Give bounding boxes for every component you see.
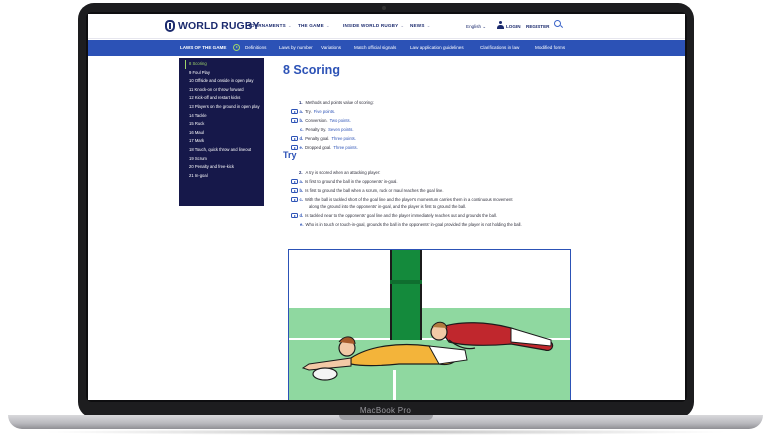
try-item-c-continued: along the ground into the opponents' in-… [309, 204, 467, 209]
subnav-laws-by-number[interactable]: Laws by number [279, 45, 313, 50]
login-link[interactable]: LOGIN [506, 24, 521, 29]
section-heading-try: Try [283, 150, 297, 160]
user-icon[interactable] [497, 21, 504, 30]
scoring-item-penalty-try: c. Penalty try. Seven points. [300, 127, 354, 132]
nav-news[interactable]: NEWS ⌄ [410, 23, 431, 29]
sidebar-item-foul-play[interactable]: 9 Foul Play [179, 69, 264, 78]
nav-the-game[interactable]: THE GAME ⌄ [298, 23, 330, 29]
play-icon [233, 44, 240, 51]
sidebar-item-penalty[interactable]: 20 Penalty and free-kick [179, 163, 264, 172]
clause-text: Methods and points value of scoring: [305, 100, 374, 105]
subnav-variations[interactable]: Variations [321, 45, 341, 50]
sidebar-item-scoring[interactable]: 8 Scoring [185, 60, 264, 69]
sidebar-item-in-goal[interactable]: 21 In-goal [179, 172, 264, 181]
try-item-b: b. Is first to ground the ball when a sc… [291, 187, 444, 194]
sidebar-item-tackle[interactable]: 14 Tackle [179, 112, 264, 121]
language-select[interactable]: English ⌄ [466, 24, 486, 30]
scoring-item-dropped-goal: e. Dropped goal. Three points. [291, 144, 358, 151]
points-value: Seven points. [328, 127, 354, 132]
laws-subnav: LAWS OF THE GAME Definitions Laws by num… [88, 40, 685, 56]
nav-tournaments[interactable]: TOURNAMENTS ⌄ [248, 23, 292, 29]
video-play-icon[interactable] [291, 212, 298, 219]
video-play-icon[interactable] [291, 135, 298, 142]
search-icon[interactable] [554, 20, 564, 29]
stage: WORLD RUGBY TOURNAMENTS ⌄ THE GAME ⌄ INSID… [0, 0, 771, 441]
subnav-modified-forms[interactable]: Modified forms [535, 45, 565, 50]
try-item-a: a. Is first to ground the ball in the op… [291, 178, 398, 185]
scoring-item-try: a. Try. Five points. [291, 108, 335, 115]
players-drawing [301, 321, 554, 381]
points-value: Three points. [333, 145, 358, 150]
try-item-c: c. With the ball is tackled short of the… [291, 196, 513, 203]
points-value: Five points. [313, 109, 336, 114]
base-shadow [40, 429, 731, 435]
video-play-icon[interactable] [291, 178, 298, 185]
video-play-icon[interactable] [291, 187, 298, 194]
site-header: WORLD RUGBY TOURNAMENTS ⌄ THE GAME ⌄ INSID… [88, 14, 685, 39]
screen: WORLD RUGBY TOURNAMENTS ⌄ THE GAME ⌄ INSID… [88, 14, 685, 400]
sidebar-item-players-on-ground[interactable]: 13 Players on the ground in open play [179, 103, 264, 112]
sidebar-item-knock-on[interactable]: 11 Knock-on or throw forward [179, 86, 264, 95]
clause-number: 2. [299, 170, 303, 175]
camera-dot [382, 6, 386, 10]
law-clause-2: 2. A try is scored when an attacking pla… [299, 169, 380, 176]
video-play-icon[interactable] [291, 117, 298, 124]
subnav-clarifications-in-law[interactable]: Clarifications in law [480, 45, 519, 50]
law-clause-1: 1. Methods and points value of scoring: [299, 99, 374, 106]
rugby-ball-icon [165, 20, 175, 32]
scoring-item-penalty-goal: d. Penalty goal. Three points. [291, 135, 356, 142]
clause-number: 1. [299, 100, 303, 105]
sidebar-item-ruck[interactable]: 15 Ruck [179, 120, 264, 129]
register-link[interactable]: REGISTER [526, 24, 549, 29]
sidebar-item-mark[interactable]: 17 Mark [179, 137, 264, 146]
points-value: Three points. [331, 136, 356, 141]
laptop-notch [339, 415, 433, 420]
page-title: 8 Scoring [283, 63, 340, 77]
sidebar-item-touch-lineout[interactable]: 18 Touch, quick throw and lineout [179, 146, 264, 155]
chevron-down-icon: ⌄ [287, 23, 292, 28]
video-play-icon[interactable] [291, 108, 298, 115]
try-illustration [288, 249, 571, 400]
sidebar-item-offside[interactable]: 10 Offside and onside in open play [179, 77, 264, 86]
device-label: MacBook Pro [359, 406, 412, 415]
subnav-law-application-guidelines[interactable]: Law application guidelines [410, 45, 464, 50]
laws-of-the-game-link[interactable]: LAWS OF THE GAME [180, 45, 226, 50]
nav-inside-world-rugby[interactable]: INSIDE WORLD RUGBY ⌄ [343, 23, 404, 29]
chevron-down-icon: ⌄ [325, 23, 330, 28]
video-play-icon[interactable] [291, 196, 298, 203]
sidebar-item-kick-off[interactable]: 12 Kick-off and restart kicks [179, 94, 264, 103]
sidebar-item-maul[interactable]: 16 Maul [179, 129, 264, 138]
sidebar-item-scrum[interactable]: 19 Scrum [179, 155, 264, 164]
clause-text: A try is scored when an attacking player… [305, 170, 381, 175]
world-rugby-logo[interactable]: WORLD RUGBY [165, 20, 260, 32]
chevron-down-icon: ⌄ [426, 23, 431, 28]
points-value: Two points. [329, 118, 351, 123]
subnav-match-official-signals[interactable]: Match official signals [354, 45, 396, 50]
subnav-definitions[interactable]: Definitions [245, 45, 266, 50]
try-item-e: e. Who is in touch or touch-in-goal, gro… [300, 222, 522, 227]
laws-sidebar: 8 Scoring 9 Foul Play 10 Offside and ons… [179, 58, 264, 206]
chevron-down-icon: ⌄ [400, 23, 405, 28]
try-item-d: d. Is tackled near to the opponents' goa… [291, 212, 497, 219]
scoring-item-conversion: b. Conversion. Two points. [291, 117, 351, 124]
